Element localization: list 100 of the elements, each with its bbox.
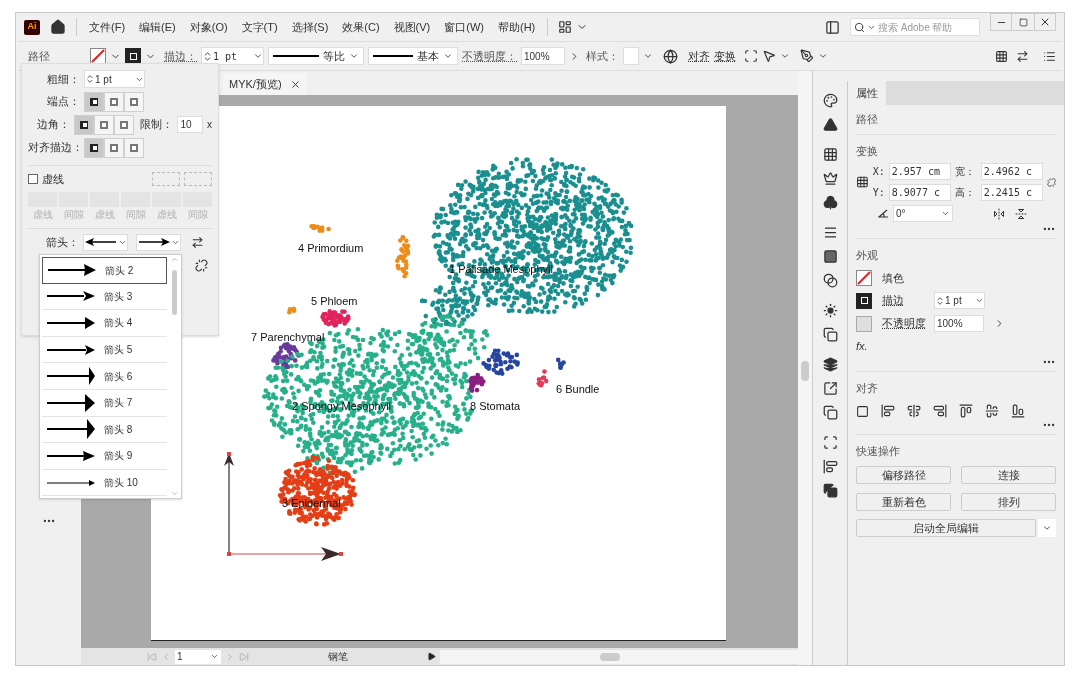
menu-item[interactable]: 文字(T) bbox=[239, 18, 280, 36]
artboards-icon[interactable] bbox=[822, 405, 838, 420]
dropdown-item[interactable]: 箭头 2 bbox=[42, 257, 167, 284]
grid-icon[interactable] bbox=[995, 49, 1008, 63]
panel-icon[interactable] bbox=[825, 19, 840, 35]
checkbox[interactable] bbox=[28, 174, 38, 184]
menu-item[interactable]: 帮助(H) bbox=[496, 18, 538, 36]
close-icon[interactable] bbox=[289, 78, 301, 90]
opacity-field[interactable]: 100% bbox=[521, 47, 565, 65]
dropdown-item[interactable]: 箭头 4 bbox=[42, 310, 167, 337]
menu-item[interactable]: 窗口(W) bbox=[442, 18, 486, 36]
transform-icon[interactable] bbox=[822, 435, 838, 450]
opacity-link[interactable]: 不透明度 bbox=[882, 315, 924, 332]
align-center-icon[interactable] bbox=[907, 404, 921, 418]
dropdown-item[interactable]: 箭头 8 bbox=[42, 416, 167, 444]
end-arrow-dropdown[interactable] bbox=[136, 233, 181, 251]
page-field[interactable]: 1 bbox=[177, 649, 183, 664]
triangle-icon[interactable] bbox=[822, 117, 838, 132]
align-to-icon[interactable] bbox=[856, 404, 869, 418]
layers-icon[interactable] bbox=[822, 357, 838, 372]
chevron-down-icon[interactable] bbox=[349, 51, 359, 61]
sun-icon[interactable] bbox=[822, 303, 838, 318]
palette-icon[interactable] bbox=[822, 93, 838, 108]
menu-item[interactable]: 效果(C) bbox=[340, 18, 382, 36]
align-bottom-icon[interactable] bbox=[1011, 404, 1025, 418]
close-button[interactable] bbox=[1034, 13, 1056, 31]
stroke-swatch[interactable] bbox=[90, 48, 106, 64]
select-icon[interactable] bbox=[762, 49, 776, 63]
stroke-link[interactable]: 描边 bbox=[882, 292, 924, 309]
dropdown-item[interactable]: 箭头 3 bbox=[42, 283, 167, 311]
chevron-down-icon[interactable] bbox=[780, 51, 790, 61]
dropdown-item[interactable]: 箭头 10 bbox=[42, 469, 167, 497]
menu-item[interactable]: 文件(F) bbox=[87, 18, 128, 36]
dropdown-item[interactable]: 箭头 6 bbox=[42, 363, 167, 390]
swap-icon[interactable] bbox=[191, 235, 204, 249]
document-tab[interactable]: MYK/预览) bbox=[223, 73, 307, 95]
stroke-swatch[interactable] bbox=[856, 292, 872, 309]
workspace-icon[interactable] bbox=[558, 20, 573, 34]
limit-field[interactable]: 10 bbox=[177, 116, 203, 133]
height-field[interactable]: 2.2415 c bbox=[980, 184, 1043, 201]
copy-icon[interactable] bbox=[822, 327, 838, 342]
cap-button[interactable] bbox=[84, 91, 104, 112]
pen-icon[interactable] bbox=[800, 49, 814, 63]
opacity-link[interactable]: 不透明度： bbox=[462, 47, 517, 65]
search-field[interactable]: 搜索 Adobe 帮助 bbox=[850, 18, 980, 36]
global-edit-button[interactable]: 启动全局编辑 bbox=[856, 518, 1036, 537]
menu-item[interactable]: 选择(S) bbox=[289, 18, 331, 36]
action-button[interactable]: 偏移路径 bbox=[856, 465, 951, 484]
panel-tab[interactable]: 属性 bbox=[848, 81, 886, 105]
export-icon[interactable] bbox=[822, 381, 838, 396]
lines-icon[interactable] bbox=[822, 225, 838, 240]
home-icon[interactable] bbox=[50, 19, 66, 35]
square-icon[interactable] bbox=[822, 249, 838, 264]
swatches-icon[interactable] bbox=[822, 147, 838, 162]
action-button[interactable]: 连接 bbox=[961, 465, 1056, 484]
stroke-link[interactable]: 描边： bbox=[164, 47, 197, 65]
play-icon[interactable] bbox=[427, 652, 436, 661]
list-icon[interactable] bbox=[1043, 49, 1056, 63]
transform-link[interactable]: 变换 bbox=[714, 47, 736, 65]
start-arrow-dropdown[interactable] bbox=[83, 233, 128, 251]
menu-item[interactable]: 对象(O) bbox=[187, 18, 230, 36]
dropdown-item[interactable]: 箭头 5 bbox=[42, 336, 167, 364]
flip-horizontal-icon[interactable] bbox=[993, 207, 1005, 220]
arrange-icon[interactable] bbox=[1016, 49, 1029, 63]
recolor-icon[interactable] bbox=[663, 48, 678, 64]
horizontal-scrollbar[interactable] bbox=[440, 649, 798, 664]
vertical-scrollbar[interactable] bbox=[798, 71, 812, 665]
opacity-field[interactable]: 100% bbox=[934, 315, 984, 332]
chevron-down-icon[interactable] bbox=[818, 51, 828, 61]
isolate-icon[interactable] bbox=[744, 49, 758, 63]
chevron-down-icon[interactable] bbox=[643, 51, 653, 61]
align-top-icon[interactable] bbox=[959, 404, 973, 418]
action-button[interactable]: 重新着色 bbox=[856, 492, 951, 511]
align-stroke-button[interactable] bbox=[84, 137, 104, 158]
crown-icon[interactable] bbox=[822, 171, 838, 186]
flip-vertical-icon[interactable] bbox=[1015, 207, 1027, 220]
chevron-down-icon[interactable] bbox=[210, 652, 219, 661]
menu-item[interactable]: 视图(V) bbox=[391, 18, 433, 36]
align-link[interactable]: 对齐 bbox=[688, 47, 710, 65]
search-icon[interactable] bbox=[854, 21, 865, 33]
fill-swatch[interactable] bbox=[856, 269, 872, 286]
effects-button[interactable]: fx. bbox=[856, 338, 868, 355]
fill-swatch[interactable] bbox=[125, 48, 141, 64]
club-icon[interactable] bbox=[822, 195, 838, 210]
x-field[interactable]: 2.957 cm bbox=[888, 163, 951, 180]
menu-item[interactable]: 编辑(E) bbox=[137, 18, 178, 36]
y-field[interactable]: 8.9077 c bbox=[888, 184, 951, 201]
width-field[interactable]: 2.4962 c bbox=[980, 163, 1043, 180]
pathfinder-icon[interactable] bbox=[822, 483, 838, 498]
corner-button[interactable] bbox=[74, 114, 95, 135]
dropdown-item[interactable]: 箭头 9 bbox=[42, 443, 167, 470]
action-button[interactable]: 排列 bbox=[961, 492, 1056, 511]
align-right-icon[interactable] bbox=[933, 404, 947, 418]
dropdown-item[interactable]: 箭头 7 bbox=[42, 389, 167, 417]
align-middle-icon[interactable] bbox=[985, 404, 999, 418]
align-left-icon[interactable] bbox=[881, 404, 895, 418]
chevron-down-icon[interactable] bbox=[443, 51, 453, 61]
align-icon[interactable] bbox=[822, 459, 838, 474]
style-swatch[interactable] bbox=[623, 47, 639, 65]
circles-icon[interactable] bbox=[822, 273, 838, 288]
